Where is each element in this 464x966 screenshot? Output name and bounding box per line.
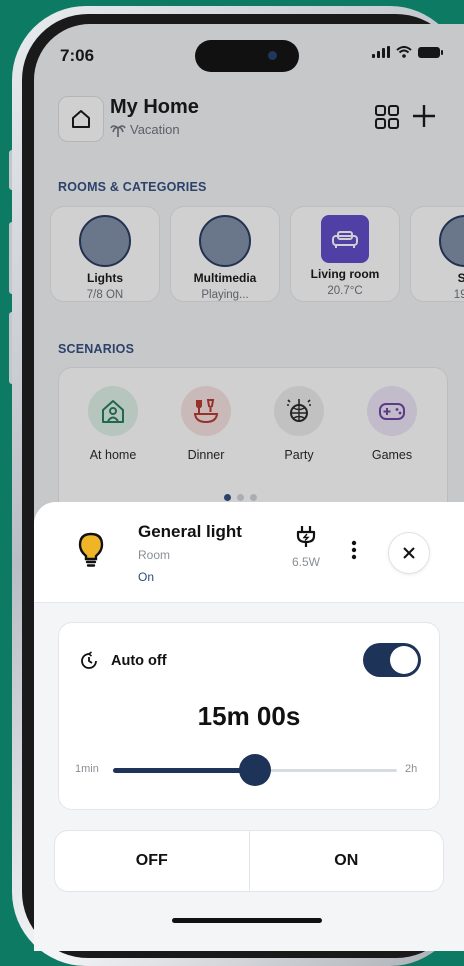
slider-fill <box>113 768 255 773</box>
auto-off-toggle[interactable] <box>363 643 421 677</box>
device-state: On <box>138 570 155 584</box>
auto-off-card: Auto off 15m 00s 1min 2h <box>58 622 440 810</box>
device-room: Room <box>138 548 171 562</box>
power-value: 6.5W <box>292 555 321 569</box>
auto-off-label: Auto off <box>111 653 167 669</box>
device-header: General light Room On 6.5W <box>34 502 464 603</box>
power-buttons: OFF ON <box>54 830 444 892</box>
slider-max-label: 2h <box>405 763 418 775</box>
slider-min-label: 1min <box>75 763 99 775</box>
home-indicator <box>172 918 322 923</box>
power-consumption: 6.5W <box>292 524 320 569</box>
close-button[interactable] <box>388 532 430 574</box>
device-name: General light <box>138 522 242 541</box>
on-button[interactable]: ON <box>250 831 444 891</box>
more-options-icon[interactable] <box>350 538 358 562</box>
timer-icon <box>81 651 97 669</box>
duration-slider[interactable] <box>113 754 397 786</box>
plug-icon <box>296 526 316 547</box>
close-icon <box>403 547 415 559</box>
toggle-knob <box>390 646 418 674</box>
slider-thumb[interactable] <box>239 754 271 786</box>
phone-screen: 7:06 My Home Vacation ROOMS & CATEGORIES… <box>34 24 464 951</box>
light-bulb-icon <box>78 532 104 567</box>
off-button[interactable]: OFF <box>55 831 250 891</box>
device-bottom-sheet: General light Room On 6.5W Auto off 15m … <box>34 502 464 951</box>
auto-off-duration: 15m 00s <box>197 701 301 731</box>
